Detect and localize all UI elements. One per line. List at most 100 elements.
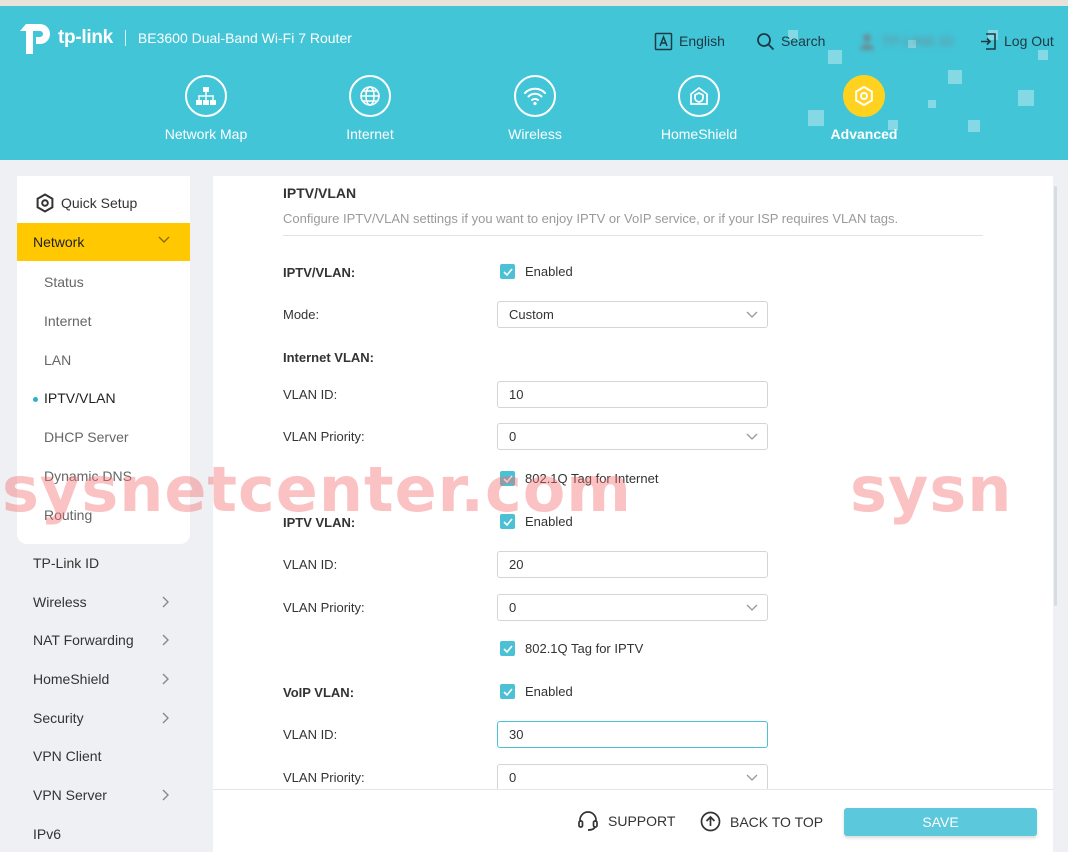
search-label: Search (781, 33, 826, 49)
search-button[interactable]: Search (756, 30, 825, 52)
voip-vlan-priority-select[interactable]: 0 (497, 764, 768, 791)
sidebar-subitem-internet[interactable]: Internet (17, 302, 190, 340)
sidebar-item-label: Quick Setup (61, 195, 138, 211)
content-scrollbar[interactable] (1054, 186, 1057, 606)
sidebar-item-homeshield[interactable]: HomeShield (17, 660, 190, 698)
network-menu-group: Quick Setup Network Status Internet LAN … (17, 176, 190, 544)
support-link[interactable]: SUPPORT (577, 811, 675, 831)
logout-button[interactable]: Log Out (979, 30, 1054, 52)
internet-vlan-priority-select[interactable]: 0 (497, 423, 768, 450)
quick-setup-icon (36, 193, 54, 213)
sidebar-item-label: Security (33, 710, 84, 726)
sidebar-item-vpn-client[interactable]: VPN Client (17, 737, 190, 775)
sidebar-subitem-dhcp-server[interactable]: DHCP Server (17, 418, 190, 456)
sidebar-subitem-label: Status (44, 274, 84, 290)
chevron-right-icon (162, 789, 169, 801)
top-header: tp-link BE3600 Dual-Band Wi-Fi 7 Router … (0, 0, 1068, 160)
sidebar-item-network[interactable]: Network (17, 223, 190, 261)
select-value: 0 (509, 770, 517, 785)
iptv-vlan-section-enabled-checkbox[interactable]: Enabled (500, 514, 573, 529)
sidebar-item-tplink-id[interactable]: TP-Link ID (17, 544, 190, 582)
checkbox-label: Enabled (525, 514, 573, 529)
sidebar-subitem-label: DHCP Server (44, 429, 129, 445)
search-icon (757, 32, 775, 50)
select-value: 0 (509, 600, 517, 615)
internet-vlan-priority-label: VLAN Priority: (283, 429, 365, 444)
chevron-right-icon (162, 673, 169, 685)
input-value: 10 (509, 387, 524, 402)
nav-homeshield[interactable]: HomeShield (629, 75, 769, 142)
voip-vlan-priority-label: VLAN Priority: (283, 770, 365, 785)
page-description: Configure IPTV/VLAN settings if you want… (283, 211, 899, 226)
internet-vlan-id-input[interactable]: 10 (497, 381, 768, 408)
content-panel: IPTV/VLAN Configure IPTV/VLAN settings i… (213, 176, 1053, 852)
sidebar-item-nat-forwarding[interactable]: NAT Forwarding (17, 621, 190, 659)
sidebar-subitem-label: Dynamic DNS (44, 468, 132, 484)
page-title: IPTV/VLAN (283, 185, 357, 201)
chevron-down-icon (746, 774, 758, 781)
nav-wireless[interactable]: Wireless (465, 75, 605, 142)
account-button[interactable]: TP-LINK ID (858, 30, 954, 52)
iptv-vlan-enabled-checkbox[interactable]: Enabled (500, 264, 573, 279)
sidebar-subitem-label: LAN (44, 352, 72, 368)
sidebar-item-vpn-server[interactable]: VPN Server (17, 776, 190, 814)
sidebar-subitem-routing[interactable]: Routing (17, 496, 190, 534)
language-selector[interactable]: English (654, 30, 725, 52)
support-label: SUPPORT (608, 813, 676, 829)
sidebar-item-label: HomeShield (33, 671, 110, 687)
sidebar-item-security[interactable]: Security (17, 699, 190, 737)
iptv-vlan-priority-select[interactable]: 0 (497, 594, 768, 621)
gear-icon (843, 75, 885, 117)
logout-label: Log Out (1004, 33, 1054, 49)
sidebar-subitem-label: IPTV/VLAN (44, 390, 116, 406)
iptv-vlan-priority-label: VLAN Priority: (283, 600, 365, 615)
checkbox-checked-icon (500, 514, 515, 529)
chevron-down-icon (158, 236, 170, 243)
voip-vlan-heading: VoIP VLAN: (283, 685, 355, 700)
nav-advanced[interactable]: Advanced (794, 75, 934, 142)
sidebar-item-quick-setup[interactable]: Quick Setup (17, 184, 190, 222)
homeshield-icon (678, 75, 720, 117)
sidebar-item-label: IPv6 (33, 826, 62, 842)
voip-vlan-id-input[interactable]: 30 (497, 721, 768, 748)
back-to-top-link[interactable]: BACK TO TOP (700, 811, 823, 832)
sidebar-subitem-dynamic-dns[interactable]: Dynamic DNS (17, 457, 190, 495)
nav-label: Wireless (508, 126, 562, 142)
voip-vlan-enabled-checkbox[interactable]: Enabled (500, 684, 573, 699)
chevron-down-icon (746, 604, 758, 611)
language-label: English (679, 33, 725, 49)
mode-label: Mode: (283, 307, 320, 322)
language-icon (654, 32, 673, 50)
internet-8021q-tag-checkbox[interactable]: 802.1Q Tag for Internet (500, 471, 658, 486)
sidebar-subitem-lan[interactable]: LAN (17, 341, 190, 379)
checkbox-label: Enabled (525, 264, 573, 279)
save-button[interactable]: SAVE (844, 808, 1037, 836)
back-to-top-label: BACK TO TOP (730, 813, 824, 830)
iptv-vlan-id-input[interactable]: 20 (497, 551, 768, 578)
sidebar-subitem-label: Internet (44, 313, 92, 329)
nav-internet[interactable]: Internet (300, 75, 440, 142)
sidebar-subitem-status[interactable]: Status (17, 263, 190, 301)
logout-icon (981, 32, 996, 50)
select-value: 0 (509, 429, 517, 444)
sidebar-item-wireless[interactable]: Wireless (17, 583, 190, 621)
checkbox-checked-icon (500, 684, 515, 699)
sidebar-item-label: TP-Link ID (33, 555, 100, 571)
iptv-vlan-heading: IPTV VLAN: (283, 515, 356, 530)
title-divider (283, 235, 983, 236)
sidebar-item-ipv6[interactable]: IPv6 (17, 815, 190, 852)
checkbox-label: 802.1Q Tag for IPTV (525, 641, 644, 656)
input-value: 30 (509, 727, 524, 742)
checkbox-checked-icon (500, 641, 515, 656)
checkbox-checked-icon (500, 264, 515, 279)
header-tools: English Search TP-LINK ID Log Out (0, 30, 1068, 52)
iptv-vlan-id-label: VLAN ID: (283, 557, 338, 572)
chevron-right-icon (162, 596, 169, 608)
nav-label: Network Map (164, 126, 248, 142)
mode-select[interactable]: Custom (497, 301, 768, 328)
sidebar: Quick Setup Network Status Internet LAN … (17, 176, 190, 544)
nav-network-map[interactable]: Network Map (136, 75, 276, 142)
sidebar-subitem-iptv-vlan[interactable]: IPTV/VLAN (17, 379, 190, 417)
chevron-down-icon (746, 433, 758, 440)
iptv-8021q-tag-checkbox[interactable]: 802.1Q Tag for IPTV (500, 641, 643, 656)
